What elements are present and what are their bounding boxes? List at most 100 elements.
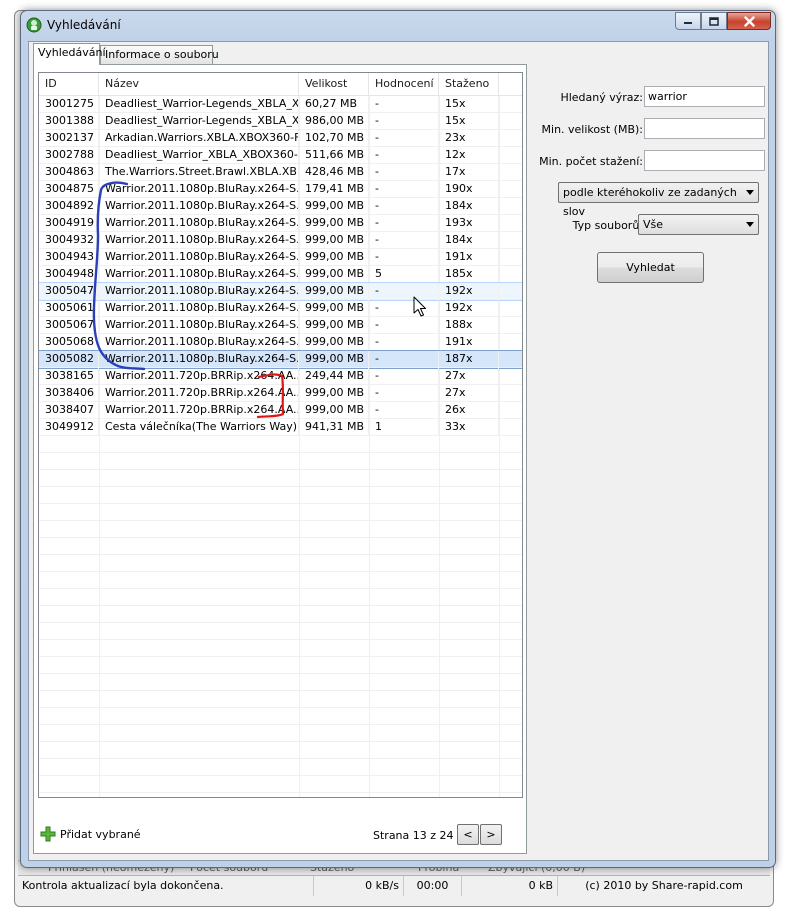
table-cell-size: 999,00 MB: [299, 249, 369, 265]
search-term-input[interactable]: warrior: [644, 86, 765, 107]
table-cell-rating: -: [369, 181, 439, 197]
table-row[interactable]: 3005067 Warrior.2011.1080p.BluRay.x264-S.…: [39, 317, 522, 334]
maximize-button[interactable]: [701, 12, 727, 30]
table-row[interactable]: 3038407 Warrior.2011.720p.BRRip.x264.AA..…: [39, 402, 522, 419]
table-cell-size: 941,31 MB: [299, 419, 369, 435]
window-title: Vyhledávání: [47, 18, 121, 32]
column-header-name[interactable]: Název: [99, 73, 299, 95]
column-header-downloads[interactable]: Staženo: [439, 73, 499, 95]
table-cell-downloads: 192x: [439, 283, 499, 299]
table-cell-rating: -: [369, 164, 439, 180]
page-indicator: Strana 13 z 24: [373, 829, 454, 842]
min-downloads-label: Min. počet stažení:: [539, 155, 643, 168]
table-row[interactable]: 3002137 Arkadian.Warriors.XBLA.XBOX360-F.…: [39, 130, 522, 147]
empty-grid-row: [39, 793, 522, 797]
table-cell-downloads: 15x: [439, 113, 499, 129]
table-row[interactable]: 3004948 Warrior.2011.1080p.BluRay.x264-S.…: [39, 266, 522, 283]
table-cell-downloads: 190x: [439, 181, 499, 197]
table-row[interactable]: 3004919 Warrior.2011.1080p.BluRay.x264-S.…: [39, 215, 522, 232]
table-cell-downloads: 33x: [439, 419, 499, 435]
chevron-down-icon: [746, 190, 754, 195]
window-client: Vyhledávání Informace o souboru ID Název…: [28, 41, 769, 861]
min-size-label: Min. velikost (MB):: [541, 123, 643, 136]
match-mode-select[interactable]: podle kteréhokoliv ze zadaných slov: [558, 182, 759, 218]
table-row[interactable]: 3001388 Deadliest_Warrior-Legends_XBLA_X.…: [39, 113, 522, 130]
table-row[interactable]: 3004943 Warrior.2011.1080p.BluRay.x264-S.…: [39, 249, 522, 266]
table-cell-name: Cesta válečníka(The Warriors Way) ...: [99, 419, 299, 435]
table-cell-downloads: 193x: [439, 215, 499, 231]
empty-grid-row: [39, 657, 522, 674]
table-cell-id: 3002788: [39, 147, 99, 163]
column-header-rating[interactable]: Hodnocení: [369, 73, 439, 95]
table-cell-name: Deadliest_Warrior-Legends_XBLA_X...: [99, 113, 299, 129]
table-cell-id: 3001275: [39, 96, 99, 112]
table-cell-downloads: 27x: [439, 385, 499, 401]
next-page-button[interactable]: >: [480, 824, 502, 845]
table-cell-id: 3004943: [39, 249, 99, 265]
close-icon: [743, 15, 755, 27]
tab-file-info[interactable]: Informace o souboru: [100, 45, 219, 64]
table-cell-downloads: 188x: [439, 317, 499, 333]
file-type-select[interactable]: Vše: [638, 214, 759, 235]
table-cell-id: 3005067: [39, 317, 99, 333]
table-cell-size: 999,00 MB: [299, 215, 369, 231]
table-row[interactable]: 3004892 Warrior.2011.1080p.BluRay.x264-S.…: [39, 198, 522, 215]
status-message: Kontrola aktualizací byla dokončena.: [18, 876, 314, 896]
title-bar[interactable]: Vyhledávání: [21, 11, 775, 39]
empty-grid-row: [39, 606, 522, 623]
table-cell-name: Warrior.2011.1080p.BluRay.x264-S...: [99, 232, 299, 248]
table-cell-size: 999,00 MB: [299, 385, 369, 401]
table-row[interactable]: 3004863 The.Warriors.Street.Brawl.XBLA.XB…: [39, 164, 522, 181]
minimize-button[interactable]: [675, 12, 701, 30]
table-cell-id: 3002137: [39, 130, 99, 146]
table-row[interactable]: 3005061 Warrior.2011.1080p.BluRay.x264-S.…: [39, 300, 522, 317]
table-row[interactable]: 3005068 Warrior.2011.1080p.BluRay.x264-S.…: [39, 334, 522, 351]
table-cell-rating: -: [369, 368, 439, 384]
table-cell-name: Deadliest_Warrior_XBLA_XBOX360-...: [99, 147, 299, 163]
table-cell-size: 511,66 MB: [299, 147, 369, 163]
empty-grid-row: [39, 640, 522, 657]
table-cell-id: 3004875: [39, 181, 99, 197]
status-speed: 0 kB/s: [314, 876, 404, 896]
table-cell-id: 3004919: [39, 215, 99, 231]
table-row[interactable]: 3038406 Warrior.2011.720p.BRRip.x264.AA..…: [39, 385, 522, 402]
empty-grid-row: [39, 487, 522, 504]
tab-search[interactable]: Vyhledávání: [33, 43, 106, 65]
table-row[interactable]: 3004932 Warrior.2011.1080p.BluRay.x264-S.…: [39, 232, 522, 249]
empty-grid-row: [39, 674, 522, 691]
prev-page-button[interactable]: <: [457, 824, 479, 845]
empty-grid-row: [39, 504, 522, 521]
table-cell-size: 999,00 MB: [299, 300, 369, 316]
table-row[interactable]: 3002788 Deadliest_Warrior_XBLA_XBOX360-..…: [39, 147, 522, 164]
column-header-id[interactable]: ID: [39, 73, 99, 95]
table-cell-id: 3038165: [39, 368, 99, 384]
status-copyright: (c) 2010 by Share-rapid.com: [585, 879, 743, 892]
add-selected-button[interactable]: Přidat vybrané: [40, 825, 141, 843]
table-cell-downloads: 184x: [439, 232, 499, 248]
close-button[interactable]: [727, 12, 771, 30]
search-button[interactable]: Vyhledat: [597, 252, 704, 283]
table-row[interactable]: 3004875 Warrior.2011.1080p.BluRay.x264-S.…: [39, 181, 522, 198]
table-row[interactable]: 3049912 Cesta válečníka(The Warriors Way)…: [39, 419, 522, 436]
table-cell-size: 999,00 MB: [299, 198, 369, 214]
table-cell-id: 3004863: [39, 164, 99, 180]
empty-grid-row: [39, 691, 522, 708]
table-row[interactable]: 3001275 Deadliest_Warrior-Legends_XBLA_X.…: [39, 96, 522, 113]
table-row[interactable]: 3005082 Warrior.2011.1080p.BluRay.x264-S.…: [39, 350, 522, 369]
table-row[interactable]: 3038165 Warrior.2011.720p.BRRip.x264.AA..…: [39, 368, 522, 385]
table-cell-downloads: 191x: [439, 334, 499, 350]
empty-grid-row: [39, 623, 522, 640]
min-downloads-input[interactable]: [644, 150, 765, 171]
min-size-input[interactable]: [644, 118, 765, 139]
table-cell-downloads: 15x: [439, 96, 499, 112]
table-cell-rating: -: [369, 351, 439, 367]
table-row[interactable]: 3005047 Warrior.2011.1080p.BluRay.x264-S.…: [39, 282, 522, 301]
results-table[interactable]: ID Název Velikost Hodnocení Staženo 3001…: [38, 72, 523, 798]
table-cell-rating: -: [369, 147, 439, 163]
column-header-size[interactable]: Velikost: [299, 73, 369, 95]
table-cell-id: 3004948: [39, 266, 99, 282]
table-cell-name: Warrior.2011.1080p.BluRay.x264-S...: [99, 317, 299, 333]
table-cell-name: Warrior.2011.720p.BRRip.x264.AA...: [99, 368, 299, 384]
chevron-down-icon: [746, 222, 754, 227]
empty-grid-row: [39, 725, 522, 742]
